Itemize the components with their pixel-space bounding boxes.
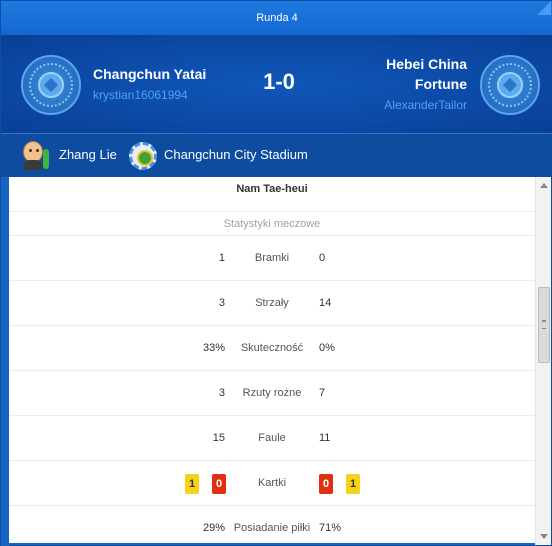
away-manager-link[interactable]: AlexanderTailor: [384, 98, 467, 112]
stat-row-cards: 1 0 Kartki 0 1: [9, 460, 535, 505]
stat-row-corners: 3 Rzuty rożne 7: [9, 370, 535, 415]
panel-left-edge: [1, 177, 9, 546]
referee-icon: [19, 141, 53, 171]
stat-label: Strzały: [255, 297, 289, 309]
away-team-name-line2: Fortune: [414, 76, 467, 92]
match-header: Changchun Yatai krystian16061994 1-0 Heb…: [1, 35, 552, 133]
stat-label: Bramki: [254, 252, 290, 264]
home-team-name[interactable]: Changchun Yatai: [93, 66, 206, 82]
stat-away-value: 71%: [319, 522, 342, 534]
round-label: Runda 4: [1, 1, 552, 35]
stat-label: Kartki: [257, 477, 287, 489]
stats-section-title: Statystyki meczowe: [9, 211, 535, 235]
away-team-crest-icon[interactable]: [480, 55, 540, 115]
stat-row-goals: 1 Bramki 0: [9, 235, 535, 280]
stadium-icon: [129, 142, 157, 170]
stat-row-fouls: 15 Faule 11: [9, 415, 535, 460]
match-window: Runda 4 Changchun Yatai krystian16061994…: [0, 0, 552, 546]
stat-away-value: 0%: [319, 342, 335, 354]
stat-row-shots: 3 Strzały 14: [9, 280, 535, 325]
stat-row-efficiency: 33% Skuteczność 0%: [9, 325, 535, 370]
scrollbar-thumb[interactable]: [538, 287, 550, 363]
stat-away-value: 14: [319, 297, 332, 309]
referee-name[interactable]: Zhang Lie: [59, 147, 117, 162]
away-team-name[interactable]: Hebei China Fortune: [327, 54, 467, 94]
stat-label: Posiadanie piłki: [233, 522, 311, 534]
stat-label: Faule: [258, 432, 286, 444]
scroll-down-arrow-icon[interactable]: [540, 534, 548, 539]
stat-label: Skuteczność: [240, 342, 304, 354]
away-team-name-line1: Hebei China: [386, 56, 467, 72]
stats-panel: Nam Tae-heui Statystyki meczowe 1 Bramki…: [9, 177, 535, 543]
away-red-card-icon: 0: [319, 474, 333, 494]
stat-label: Rzuty rożne: [242, 387, 302, 399]
home-yellow-card-icon: 1: [185, 474, 199, 494]
stadium-name[interactable]: Changchun City Stadium: [164, 147, 308, 162]
away-yellow-card-icon: 1: [346, 474, 360, 494]
home-team-crest-icon[interactable]: [21, 55, 81, 115]
match-score: 1-0: [263, 69, 295, 94]
stat-row-possession: 29% Posiadanie piłki 71%: [9, 505, 535, 543]
vertical-scrollbar[interactable]: [535, 177, 551, 545]
scroll-up-arrow-icon[interactable]: [540, 183, 548, 188]
stat-away-value: 7: [319, 387, 326, 399]
stat-away-value: 0: [319, 252, 326, 264]
stat-away-value: 11: [319, 432, 331, 444]
goal-scorer[interactable]: Nam Tae-heui: [9, 177, 535, 203]
home-manager-link[interactable]: krystian16061994: [93, 88, 188, 102]
corner-fold-icon: [537, 1, 551, 15]
